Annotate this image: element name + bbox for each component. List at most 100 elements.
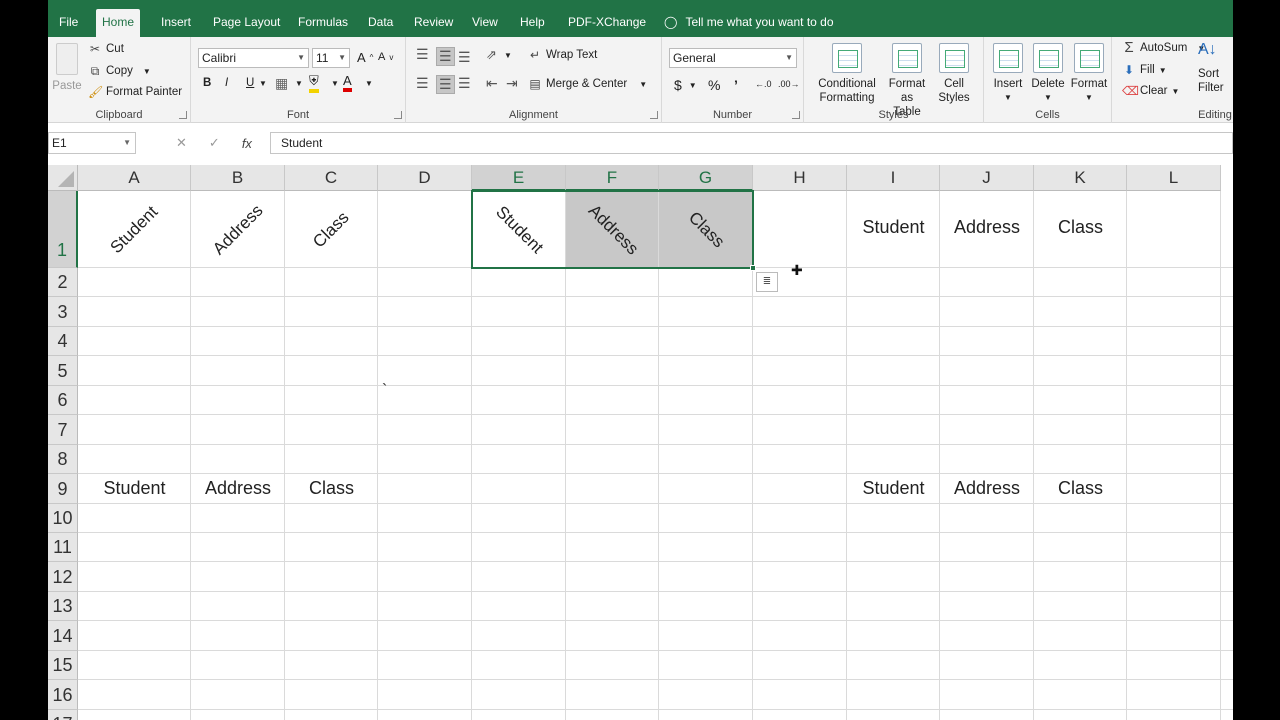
font-launcher-icon[interactable] bbox=[394, 111, 402, 119]
column-header-h[interactable]: H bbox=[753, 165, 847, 191]
row-header-3[interactable]: 3 bbox=[48, 297, 78, 327]
bold-button[interactable]: B bbox=[203, 77, 211, 89]
row-header-17[interactable]: 17 bbox=[48, 710, 78, 720]
row-header-5[interactable]: 5 bbox=[48, 356, 78, 386]
decrease-font-button[interactable]: Av bbox=[378, 51, 393, 63]
fill-handle[interactable] bbox=[750, 265, 756, 271]
top-align-icon[interactable]: ☰ bbox=[416, 46, 429, 63]
decrease-indent-icon[interactable]: ⇤ bbox=[486, 75, 498, 92]
tab-insert[interactable]: Insert bbox=[155, 9, 197, 37]
tab-page-layout[interactable]: Page Layout bbox=[207, 9, 286, 37]
font-size-select[interactable]: 11 ▼ bbox=[312, 48, 350, 68]
column-header-k[interactable]: K bbox=[1034, 165, 1127, 191]
tell-me-box[interactable]: ◯ Tell me what you want to do bbox=[658, 9, 840, 37]
cancel-icon[interactable]: ✕ bbox=[176, 135, 187, 151]
row-header-7[interactable]: 7 bbox=[48, 415, 78, 445]
cell-c9[interactable]: Class bbox=[285, 478, 378, 499]
format-as-table-button[interactable]: Format as Table bbox=[882, 43, 932, 119]
sort-filter-button[interactable]: A↓ Sort Filter bbox=[1198, 42, 1233, 95]
wrap-text-button[interactable]: ↵ Wrap Text bbox=[528, 48, 597, 62]
clear-button[interactable]: ⌫ Clear ▼ bbox=[1122, 84, 1179, 98]
number-launcher-icon[interactable] bbox=[792, 111, 800, 119]
cell-k9[interactable]: Class bbox=[1034, 478, 1127, 499]
paste-button[interactable]: Paste bbox=[52, 43, 82, 93]
formula-input[interactable]: Student bbox=[270, 132, 1233, 154]
comma-button[interactable]: ’ bbox=[734, 77, 738, 93]
row-header-13[interactable]: 13 bbox=[48, 592, 78, 621]
row-header-11[interactable]: 11 bbox=[48, 533, 78, 562]
column-header-l[interactable]: L bbox=[1127, 165, 1221, 191]
row-header-15[interactable]: 15 bbox=[48, 651, 78, 680]
format-cells-button[interactable]: Format ▼ bbox=[1070, 43, 1108, 105]
clipboard-launcher-icon[interactable] bbox=[179, 111, 187, 119]
tab-formulas[interactable]: Formulas bbox=[292, 9, 354, 37]
row-header-6[interactable]: 6 bbox=[48, 386, 78, 415]
underline-dropdown-icon[interactable]: ▼ bbox=[259, 79, 267, 88]
column-header-b[interactable]: B bbox=[191, 165, 285, 191]
tab-help[interactable]: Help bbox=[514, 9, 551, 37]
column-header-a[interactable]: A bbox=[78, 165, 191, 191]
align-left-icon[interactable]: ☰ bbox=[416, 75, 429, 92]
row-header-1[interactable]: 1 bbox=[48, 191, 78, 268]
format-painter-button[interactable]: 🖌 Format Painter bbox=[88, 85, 182, 99]
number-format-select[interactable]: General ▼ bbox=[669, 48, 797, 68]
align-center-icon[interactable]: ☰ bbox=[436, 75, 455, 94]
font-name-select[interactable]: Calibri ▼ bbox=[198, 48, 309, 68]
orientation-dropdown-icon[interactable]: ▼ bbox=[504, 51, 512, 60]
cell-j1[interactable]: Address bbox=[940, 217, 1034, 238]
column-header-j[interactable]: J bbox=[940, 165, 1034, 191]
name-box[interactable]: E1 ▼ bbox=[48, 132, 136, 154]
font-color-button[interactable]: A bbox=[343, 73, 352, 92]
decrease-decimal-icon[interactable]: .00→ bbox=[778, 79, 800, 89]
row-header-9[interactable]: 9 bbox=[48, 474, 78, 504]
cell-a9[interactable]: Student bbox=[78, 478, 191, 499]
tab-home[interactable]: Home bbox=[96, 9, 141, 37]
row-header-2[interactable]: 2 bbox=[48, 268, 78, 297]
row-header-16[interactable]: 16 bbox=[48, 680, 78, 710]
cell-i1[interactable]: Student bbox=[847, 217, 940, 238]
insert-function-icon[interactable]: fx bbox=[242, 136, 252, 151]
tab-review[interactable]: Review bbox=[408, 9, 459, 37]
cell-i9[interactable]: Student bbox=[847, 478, 940, 499]
column-header-i[interactable]: I bbox=[847, 165, 940, 191]
cell-j9[interactable]: Address bbox=[940, 478, 1034, 499]
enter-icon[interactable]: ✓ bbox=[209, 135, 220, 151]
middle-align-icon[interactable]: ☰ bbox=[436, 47, 455, 66]
fill-color-button[interactable]: ⛨ bbox=[309, 73, 319, 93]
row-header-4[interactable]: 4 bbox=[48, 327, 78, 356]
increase-font-button[interactable]: A ^ bbox=[357, 50, 373, 65]
column-header-c[interactable]: C bbox=[285, 165, 378, 191]
orientation-icon[interactable]: ⇗ bbox=[486, 47, 497, 63]
borders-dropdown-icon[interactable]: ▼ bbox=[295, 79, 303, 88]
row-header-10[interactable]: 10 bbox=[48, 504, 78, 533]
cut-button[interactable]: ✂ Cut bbox=[88, 42, 124, 56]
cell-a1[interactable]: Student bbox=[107, 202, 163, 258]
tab-pdf-xchange[interactable]: PDF-XChange bbox=[562, 9, 652, 37]
cell-b9[interactable]: Address bbox=[191, 478, 285, 499]
tab-data[interactable]: Data bbox=[362, 9, 399, 37]
align-right-icon[interactable]: ☰ bbox=[458, 75, 471, 92]
cell-c1[interactable]: Class bbox=[309, 207, 353, 251]
tab-file[interactable]: File bbox=[53, 9, 84, 37]
cell-b1[interactable]: Address bbox=[209, 200, 267, 258]
increase-indent-icon[interactable]: ⇥ bbox=[506, 75, 518, 92]
worksheet-grid[interactable]: ABCDEFGHIJKL1234567891011121314151617Stu… bbox=[48, 165, 1233, 720]
delete-cells-button[interactable]: Delete ▼ bbox=[1030, 43, 1066, 105]
column-header-e[interactable]: E bbox=[472, 165, 566, 191]
italic-button[interactable]: I bbox=[225, 77, 228, 89]
fill-button[interactable]: ⬇ Fill ▼ bbox=[1122, 63, 1167, 77]
row-header-12[interactable]: 12 bbox=[48, 562, 78, 592]
font-color-dropdown-icon[interactable]: ▼ bbox=[365, 79, 373, 88]
increase-decimal-icon[interactable]: ←.0 bbox=[755, 79, 772, 89]
row-header-14[interactable]: 14 bbox=[48, 621, 78, 651]
tab-view[interactable]: View bbox=[466, 9, 504, 37]
column-header-f[interactable]: F bbox=[566, 165, 659, 191]
column-header-g[interactable]: G bbox=[659, 165, 753, 191]
cell-d6[interactable]: ` bbox=[382, 382, 387, 400]
fill-color-dropdown-icon[interactable]: ▼ bbox=[331, 79, 339, 88]
percent-button[interactable]: % bbox=[708, 77, 720, 93]
select-all-button[interactable] bbox=[48, 165, 78, 191]
column-header-d[interactable]: D bbox=[378, 165, 472, 191]
borders-icon[interactable]: ▦ bbox=[275, 75, 288, 92]
cell-styles-button[interactable]: Cell Styles bbox=[932, 43, 976, 105]
